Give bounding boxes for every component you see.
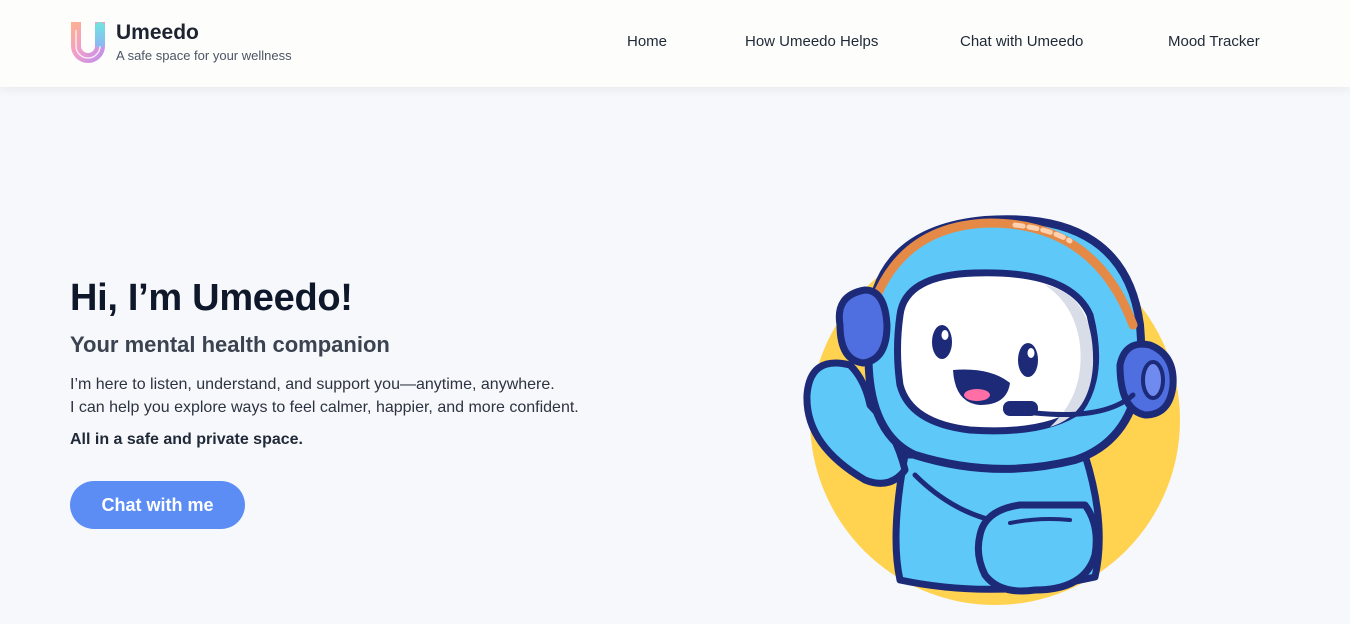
robot-mascot-with-headset-icon xyxy=(803,215,1180,605)
site-header: Umeedo A safe space for your wellness Ho… xyxy=(0,0,1350,87)
hero-section: Hi, I’m Umeedo! Your mental health compa… xyxy=(70,275,690,529)
hero-description-line-2: I can help you explore ways to feel calm… xyxy=(70,399,579,416)
nav-home[interactable]: Home xyxy=(627,32,667,52)
hero-emphasis: All in a safe and private space. xyxy=(70,431,303,448)
chat-with-me-button[interactable]: Chat with me xyxy=(70,481,245,529)
main-nav: Home How Umeedo Helps Chat with Umeedo M… xyxy=(0,32,1350,52)
nav-how-umeedo-helps[interactable]: How Umeedo Helps xyxy=(745,32,878,52)
nav-chat-with-umeedo[interactable]: Chat with Umeedo xyxy=(960,32,1083,52)
mascot-right-eye xyxy=(1018,343,1038,377)
hero-description-line-1: I’m here to listen, understand, and supp… xyxy=(70,376,555,393)
mascot-microphone xyxy=(1003,401,1038,416)
nav-mood-tracker[interactable]: Mood Tracker xyxy=(1168,32,1260,52)
hero-subtitle: Your mental health companion xyxy=(70,332,390,357)
mascot-left-eye xyxy=(932,325,952,359)
mascot-left-earcup xyxy=(835,286,891,367)
hero-title: Hi, I’m Umeedo! xyxy=(70,277,353,319)
hero-description: I’m here to listen, understand, and supp… xyxy=(70,373,690,419)
